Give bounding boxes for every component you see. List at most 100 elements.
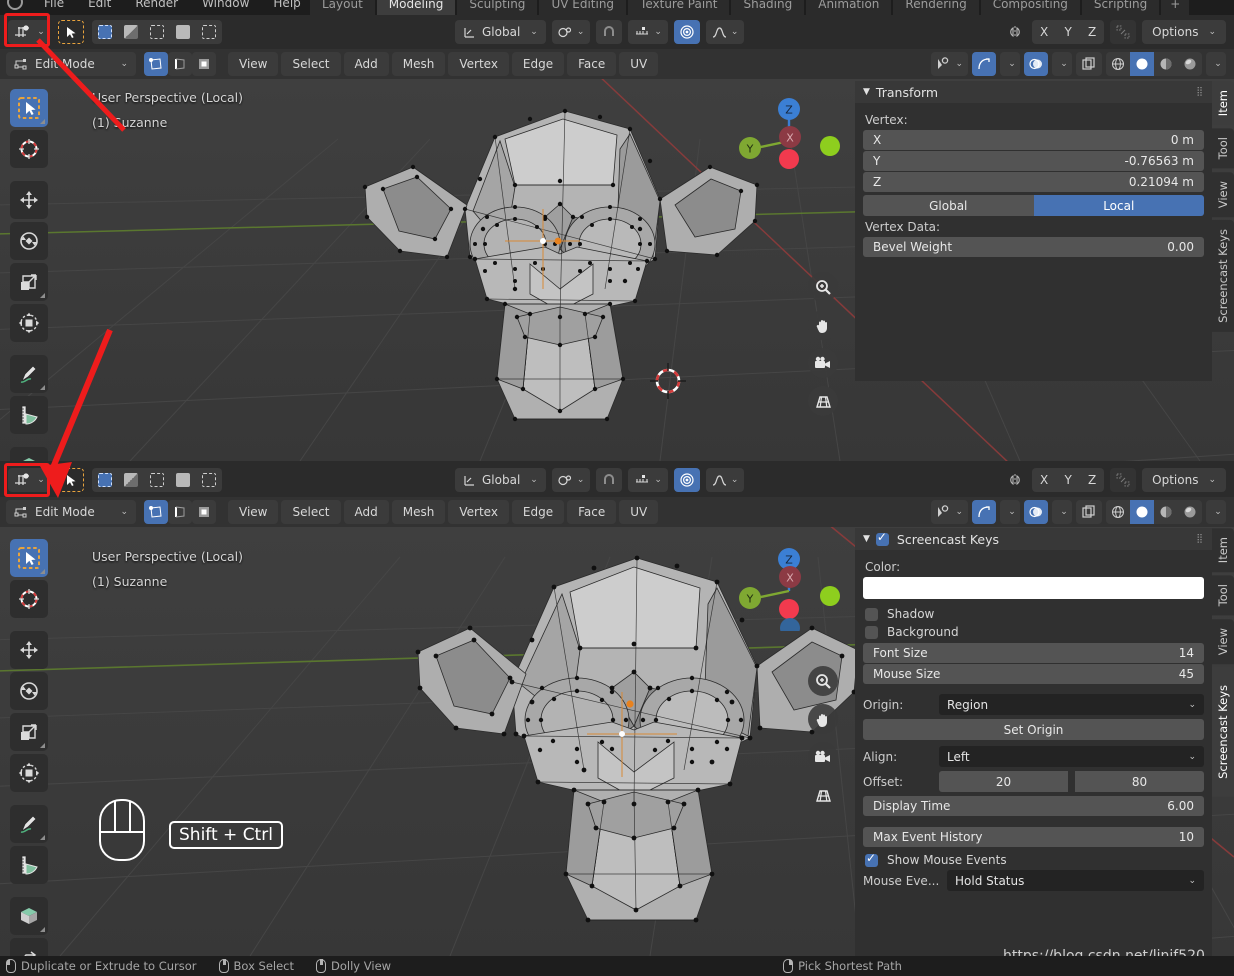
color-swatch[interactable] xyxy=(863,577,1204,599)
navigation-gizmo-top[interactable]: Z Y X xyxy=(736,91,840,201)
select-set-button-top[interactable] xyxy=(92,20,118,44)
zoom-button-bottom[interactable] xyxy=(808,666,838,696)
gizmo-dropdown-bottom[interactable]: ⌄ xyxy=(1000,500,1020,524)
add-workspace-button[interactable]: + xyxy=(1161,0,1190,15)
viewport-menu-edge-bottom[interactable]: Edge xyxy=(511,500,565,524)
select-extend-button-top[interactable] xyxy=(118,20,144,44)
proportional-falloff-dropdown-bottom[interactable]: ⌄ xyxy=(705,468,745,492)
face-select-button-bottom[interactable] xyxy=(192,500,216,524)
gizmo-toggle-bottom[interactable] xyxy=(972,500,996,524)
overlays-dropdown-top[interactable]: ⌄ xyxy=(1052,52,1072,76)
mirror-button-top[interactable] xyxy=(1004,20,1026,44)
vertex-select-button-top[interactable] xyxy=(144,52,168,76)
tool-extrude-region-bottom[interactable] xyxy=(10,938,48,956)
tool-cursor-bottom[interactable] xyxy=(10,580,48,618)
tool-move-bottom[interactable] xyxy=(10,631,48,669)
proportional-editing-toggle-top[interactable] xyxy=(673,20,700,44)
menu-help[interactable]: Help xyxy=(261,0,312,13)
mirror-y-button-bottom[interactable]: Y xyxy=(1056,468,1081,492)
overlays-toggle-top[interactable] xyxy=(1024,52,1048,76)
zoom-button-top[interactable] xyxy=(808,272,838,302)
pan-button-bottom[interactable] xyxy=(808,704,838,734)
tool-scale-bottom[interactable] xyxy=(10,713,48,751)
menu-file[interactable]: File xyxy=(32,0,76,13)
solid-shading-button-bottom[interactable] xyxy=(1130,500,1154,524)
pivot-point-dropdown-top[interactable]: ⌄ xyxy=(551,20,591,44)
visibility-dropdown-top[interactable]: ⌄ xyxy=(931,52,968,76)
select-extend-button-bottom[interactable] xyxy=(118,468,144,492)
uv-mirror-button-top[interactable] xyxy=(1110,20,1137,44)
tool-add-cube-top[interactable] xyxy=(10,447,48,461)
align-dropdown[interactable]: Left ⌄ xyxy=(939,746,1204,767)
snap-toggle-bottom[interactable] xyxy=(596,468,623,492)
select-set-button-bottom[interactable] xyxy=(92,468,118,492)
vertex-select-button-bottom[interactable] xyxy=(144,500,168,524)
show-mouse-events-checkbox[interactable] xyxy=(865,851,878,867)
viewport-menu-select-bottom[interactable]: Select xyxy=(281,500,341,524)
material-preview-button-top[interactable] xyxy=(1154,52,1178,76)
vertex-y-field[interactable]: Y -0.76563 m xyxy=(863,151,1204,171)
triangle-down-icon[interactable]: ▼ xyxy=(863,534,870,544)
mirror-y-button-top[interactable]: Y xyxy=(1056,20,1081,44)
vertex-z-field[interactable]: Z 0.21094 m xyxy=(863,172,1204,192)
tool-move-top[interactable] xyxy=(10,181,48,219)
workspace-tab-modeling[interactable]: Modeling xyxy=(376,0,456,15)
viewport-3d-top[interactable]: User Perspective (Local) (1) Suzanne Z Y… xyxy=(0,79,1234,461)
proportional-editing-toggle-bottom[interactable] xyxy=(673,468,700,492)
tab-tool-top[interactable]: Tool xyxy=(1212,128,1234,169)
viewport-menu-mesh-top[interactable]: Mesh xyxy=(391,52,446,76)
menu-window[interactable]: Window xyxy=(190,0,261,13)
transform-space-global[interactable]: Global xyxy=(863,195,1034,216)
visibility-dropdown-bottom[interactable]: ⌄ xyxy=(931,500,968,524)
viewport-menu-face-bottom[interactable]: Face xyxy=(567,500,617,524)
camera-view-button-bottom[interactable] xyxy=(808,742,838,772)
options-dropdown-bottom[interactable]: Options ⌄ xyxy=(1142,468,1226,492)
snap-target-dropdown-bottom[interactable]: ⌄ xyxy=(628,468,668,492)
viewport-menu-add-bottom[interactable]: Add xyxy=(343,500,389,524)
panel-grip-icon[interactable]: ⣿ xyxy=(1196,87,1204,97)
edge-select-button-top[interactable] xyxy=(168,52,192,76)
mirror-x-button-top[interactable]: X xyxy=(1032,20,1057,44)
tweak-tool-button-top[interactable] xyxy=(58,20,84,44)
snap-target-dropdown-top[interactable]: ⌄ xyxy=(628,20,668,44)
wireframe-shading-button-top[interactable] xyxy=(1106,52,1130,76)
proportional-falloff-dropdown-top[interactable]: ⌄ xyxy=(705,20,745,44)
bevel-weight-field[interactable]: Bevel Weight 0.00 xyxy=(863,237,1204,257)
select-subtract-button-top[interactable] xyxy=(144,20,170,44)
viewport-menu-mesh-bottom[interactable]: Mesh xyxy=(391,500,446,524)
pivot-point-dropdown-bottom[interactable]: ⌄ xyxy=(551,468,591,492)
active-tool-button-top[interactable]: ⌄ xyxy=(8,20,50,44)
select-subtract-button-bottom[interactable] xyxy=(144,468,170,492)
tweak-tool-button-bottom[interactable] xyxy=(58,468,84,492)
tool-rotate-top[interactable] xyxy=(10,222,48,260)
face-select-button-top[interactable] xyxy=(192,52,216,76)
screencast-enable-checkbox[interactable] xyxy=(875,530,889,546)
transform-orientation-dropdown-bottom[interactable]: Global ⌄ xyxy=(455,468,546,492)
edge-select-button-bottom[interactable] xyxy=(168,500,192,524)
menu-render[interactable]: Render xyxy=(123,0,190,13)
offset-y-field[interactable]: 80 xyxy=(1075,771,1204,792)
mirror-x-button-bottom[interactable]: X xyxy=(1032,468,1057,492)
blender-logo-icon[interactable] xyxy=(7,0,23,10)
tool-rotate-bottom[interactable] xyxy=(10,672,48,710)
tool-annotate-top[interactable] xyxy=(10,355,48,393)
viewport-menu-vertex-top[interactable]: Vertex xyxy=(448,52,509,76)
mirror-z-button-bottom[interactable]: Z xyxy=(1080,468,1105,492)
panel-grip-icon[interactable]: ⣿ xyxy=(1196,534,1204,544)
shading-dropdown-bottom[interactable]: ⌄ xyxy=(1206,500,1226,524)
gizmo-toggle-top[interactable] xyxy=(972,52,996,76)
select-intersect-button-bottom[interactable] xyxy=(196,468,222,492)
toggle-perspective-button-bottom[interactable] xyxy=(808,780,838,810)
transform-orientation-dropdown-top[interactable]: Global ⌄ xyxy=(455,20,546,44)
show-mouse-events-row[interactable]: Show Mouse Events xyxy=(865,851,1204,867)
workspace-tab-texture-paint[interactable]: Texture Paint xyxy=(628,0,730,15)
menu-edit[interactable]: Edit xyxy=(76,0,123,13)
tool-measure-bottom[interactable] xyxy=(10,846,48,884)
viewport-menu-edge-top[interactable]: Edge xyxy=(511,52,565,76)
material-preview-button-bottom[interactable] xyxy=(1154,500,1178,524)
viewport-menu-add-top[interactable]: Add xyxy=(343,52,389,76)
tab-screencast-keys-bottom[interactable]: Screencast Keys xyxy=(1212,666,1234,797)
shadow-row[interactable]: Shadow xyxy=(865,607,1204,621)
overlays-toggle-bottom[interactable] xyxy=(1024,500,1048,524)
tab-view-bottom[interactable]: View xyxy=(1212,618,1234,664)
